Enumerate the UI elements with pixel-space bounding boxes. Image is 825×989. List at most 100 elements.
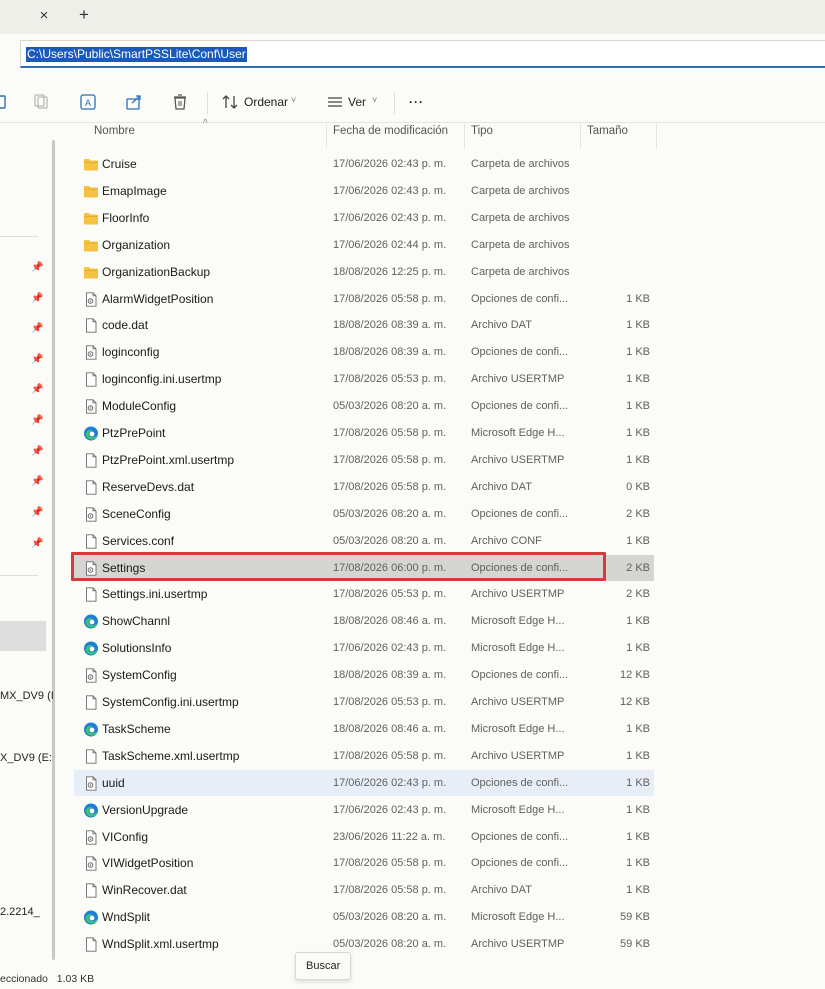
- sort-button[interactable]: Ordenar: [244, 95, 288, 109]
- file-row[interactable]: PtzPrePoint.xml.usertmp 17/08/2026 05:58 …: [74, 447, 654, 473]
- config-file-icon: [83, 345, 99, 360]
- pin-icon: 📌: [31, 476, 44, 487]
- view-icon[interactable]: [325, 92, 345, 112]
- file-row[interactable]: FloorInfo 17/06/2026 02:43 p. m. Carpeta d…: [74, 205, 654, 231]
- file-modified-date: 17/06/2026 02:43 p. m.: [333, 211, 447, 224]
- file-modified-date: 17/08/2026 05:58 p. m.: [333, 884, 447, 897]
- file-modified-date: 17/06/2026 02:43 p. m.: [333, 776, 447, 789]
- column-separator[interactable]: [656, 124, 657, 148]
- svg-text:A: A: [85, 98, 91, 108]
- column-header-size[interactable]: Tamaño: [587, 125, 628, 147]
- pin-icon: 📌: [31, 262, 44, 273]
- file-type: Opciones de confi...: [471, 669, 569, 682]
- file-row[interactable]: WinRecover.dat 17/08/2026 05:58 p. m. Arch…: [74, 877, 654, 903]
- file-modified-date: 05/03/2026 08:20 a. m.: [333, 534, 447, 547]
- file-row[interactable]: Cruise 17/06/2026 02:43 p. m. Carpeta de a…: [74, 151, 654, 177]
- file-row[interactable]: WndSplit.xml.usertmp 05/03/2026 08:20 a. …: [74, 931, 654, 957]
- file-row[interactable]: TaskScheme.xml.usertmp 17/08/2026 05:58 p…: [74, 743, 654, 769]
- view-button[interactable]: Ver: [348, 95, 366, 109]
- file-row[interactable]: Organization 17/06/2026 02:44 p. m. Carpet…: [74, 232, 654, 258]
- file-size: 1 KB: [626, 642, 650, 655]
- cut-icon[interactable]: [0, 92, 12, 112]
- file-row[interactable]: ShowChannl 18/08/2026 08:46 a. m. Microsof…: [74, 608, 654, 634]
- pin-icon: 📌: [31, 415, 44, 426]
- column-header-type[interactable]: Tipo: [471, 125, 493, 147]
- file-row[interactable]: SystemConfig.ini.usertmp 17/08/2026 05:53…: [74, 689, 654, 715]
- file-row[interactable]: SceneConfig 05/03/2026 08:20 a. m. Opcione…: [74, 501, 654, 527]
- file-size: 2 KB: [626, 507, 650, 520]
- file-row[interactable]: Settings.ini.usertmp 17/08/2026 05:53 p. …: [74, 581, 654, 607]
- file-icon: [83, 937, 99, 952]
- config-file-icon: [83, 776, 99, 791]
- delete-icon[interactable]: [170, 92, 190, 112]
- column-separator[interactable]: [326, 124, 327, 148]
- nav-item-drive[interactable]: X_DV9 (E:: [0, 752, 52, 764]
- file-row[interactable]: SystemConfig 18/08/2026 08:39 a. m. Opcion…: [74, 662, 654, 688]
- sort-icon[interactable]: [220, 92, 240, 112]
- file-modified-date: 05/03/2026 08:20 a. m.: [333, 400, 447, 413]
- search-tooltip: Buscar: [295, 952, 352, 980]
- file-row[interactable]: TaskScheme 18/08/2026 08:46 a. m. Microsof…: [74, 716, 654, 742]
- file-size: 12 KB: [620, 696, 650, 708]
- annotation-highlight-box: [71, 552, 606, 581]
- file-row[interactable]: Services.conf 05/03/2026 08:20 a. m. Archi…: [74, 528, 654, 554]
- column-separator[interactable]: [464, 124, 465, 148]
- config-file-icon: [83, 829, 99, 845]
- file-row[interactable]: ModuleConfig 05/03/2026 08:20 a. m. Opcion…: [74, 393, 654, 419]
- nav-item-network[interactable]: 2.2214_: [0, 906, 40, 918]
- file-row[interactable]: AlarmWidgetPosition 17/08/2026 05:58 p. m…: [74, 286, 654, 312]
- address-path-text[interactable]: C:\Users\Public\SmartPSSLite\Conf\User: [26, 47, 247, 62]
- navigation-pane: [0, 123, 56, 973]
- address-input[interactable]: C:\Users\Public\SmartPSSLite\Conf\User: [20, 40, 825, 68]
- status-selected-size: 1.03 KB: [56, 973, 95, 985]
- copy-icon[interactable]: [32, 92, 52, 112]
- file-size: 59 KB: [620, 911, 650, 924]
- file-row[interactable]: loginconfig 18/08/2026 08:39 a. m. Opcione…: [74, 339, 654, 365]
- nav-item-selected[interactable]: [0, 621, 46, 651]
- file-row[interactable]: code.dat 18/08/2026 08:39 a. m. Archivo DA…: [74, 312, 654, 338]
- file-row[interactable]: ReserveDevs.dat 17/08/2026 05:58 p. m. Arc…: [74, 474, 654, 500]
- file-row[interactable]: loginconfig.ini.usertmp 17/08/2026 05:53 …: [74, 366, 654, 392]
- file-row[interactable]: VIConfig 23/06/2026 11:22 a. m. Opciones d…: [74, 824, 654, 850]
- file-type: Carpeta de archivos: [471, 184, 570, 197]
- column-separator[interactable]: [580, 124, 581, 148]
- file-row[interactable]: OrganizationBackup 18/08/2026 12:25 p. m.…: [74, 259, 654, 285]
- file-name: WndSplit.xml.usertmp: [102, 937, 219, 952]
- file-icon: [83, 480, 99, 495]
- nav-item-drive[interactable]: MX_DV9 (I: [0, 690, 54, 702]
- more-options-button[interactable]: ···: [409, 95, 424, 109]
- close-tab-icon[interactable]: ×: [34, 6, 54, 26]
- file-row[interactable]: VIWidgetPosition 17/08/2026 05:58 p. m. Op…: [74, 850, 654, 876]
- file-type: Carpeta de archivos: [471, 158, 570, 170]
- share-icon[interactable]: [124, 92, 144, 112]
- file-row[interactable]: VersionUpgrade 17/06/2026 02:43 p. m. Micr…: [74, 797, 654, 823]
- address-bar: C:\Users\Public\SmartPSSLite\Conf\User: [0, 36, 825, 72]
- file-row[interactable]: EmapImage 17/06/2026 02:43 p. m. Carpeta d…: [74, 178, 654, 204]
- chevron-down-icon: ˅: [291, 95, 297, 105]
- file-row[interactable]: SolutionsInfo 17/06/2026 02:43 p. m. Micro…: [74, 635, 654, 661]
- file-type: Microsoft Edge H...: [471, 615, 565, 628]
- file-type: Archivo CONF: [471, 534, 542, 547]
- file-row[interactable]: WndSplit 05/03/2026 08:20 a. m. Microsoft …: [74, 904, 654, 930]
- column-header-name[interactable]: Nombre: [94, 125, 135, 147]
- status-selected-text: eccionado: [0, 973, 48, 985]
- file-size: 1 KB: [626, 749, 650, 762]
- file-row[interactable]: PtzPrePoint 17/08/2026 05:58 p. m. Microso…: [74, 420, 654, 446]
- column-header-modified[interactable]: Fecha de modificación: [333, 125, 448, 147]
- file-modified-date: 17/06/2026 02:44 p. m.: [333, 238, 447, 251]
- file-size: 12 KB: [620, 669, 650, 682]
- file-row[interactable]: uuid 17/06/2026 02:43 p. m. Opciones de co…: [74, 769, 654, 796]
- rename-icon[interactable]: A: [78, 92, 98, 112]
- new-tab-icon[interactable]: +: [74, 5, 94, 25]
- nav-scrollbar[interactable]: [52, 140, 55, 960]
- file-size: 1 KB: [626, 346, 650, 359]
- file-modified-date: 17/06/2026 02:43 p. m.: [333, 803, 447, 816]
- file-type: Microsoft Edge H...: [471, 427, 565, 439]
- file-icon: [83, 372, 99, 387]
- file-type: Carpeta de archivos: [471, 265, 570, 278]
- file-modified-date: 18/08/2026 08:39 a. m.: [333, 669, 447, 682]
- file-modified-date: 17/08/2026 05:58 p. m.: [333, 292, 447, 305]
- file-size: 1 KB: [626, 400, 650, 413]
- toolbar-separator: [207, 92, 208, 114]
- file-modified-date: 17/08/2026 05:53 p. m.: [333, 373, 447, 386]
